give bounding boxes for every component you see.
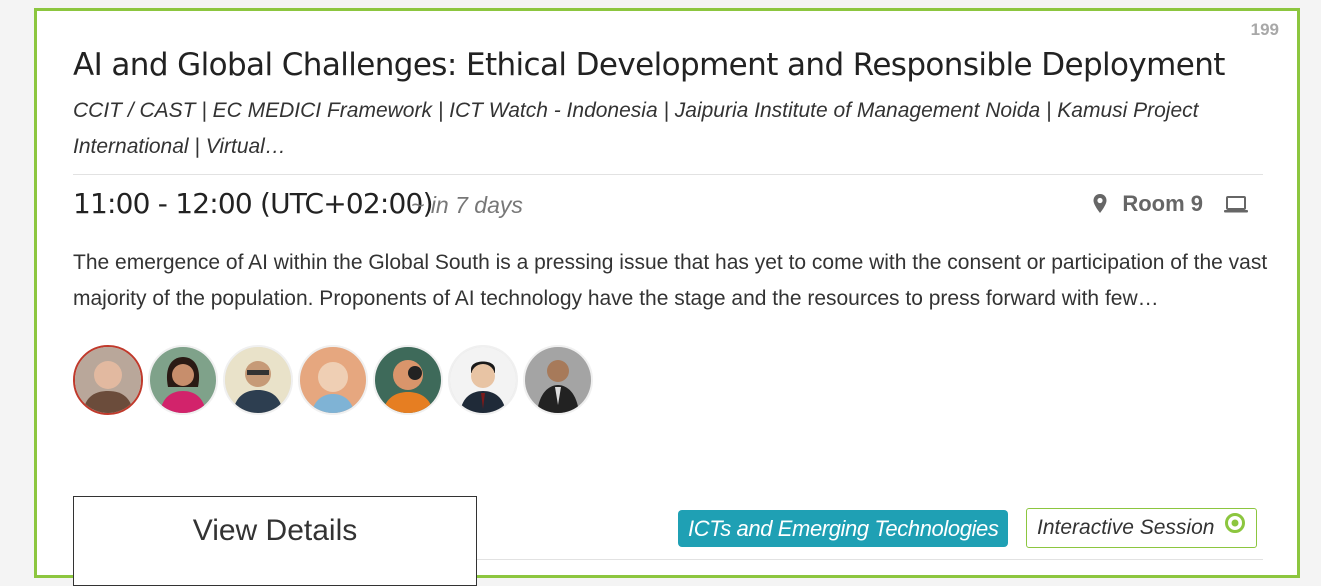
room-label: Room 9: [1122, 191, 1203, 216]
view-details-button[interactable]: View Details: [73, 496, 477, 586]
target-circle-icon: [1224, 509, 1246, 547]
session-organizers: CCIT / CAST | EC MEDICI Framework | ICT …: [73, 99, 1199, 158]
speaker-avatar[interactable]: [148, 345, 218, 415]
laptop-icon: [1223, 194, 1249, 214]
session-type-badge[interactable]: Interactive Session: [1026, 508, 1258, 548]
divider: [477, 559, 1263, 560]
session-type-label: Interactive Session: [1037, 516, 1215, 539]
speaker-avatar[interactable]: [73, 345, 143, 415]
session-relative-time: ~ in 7 days: [411, 192, 523, 218]
session-number: 199: [1250, 20, 1279, 39]
session-location: Room 9: [1092, 191, 1249, 217]
session-title[interactable]: AI and Global Challenges: Ethical Develo…: [73, 47, 1225, 83]
divider: [73, 174, 1263, 175]
speaker-avatar[interactable]: [298, 345, 368, 415]
map-pin-icon: [1092, 193, 1108, 215]
speaker-avatar[interactable]: [223, 345, 293, 415]
session-card[interactable]: 199 AI and Global Challenges: Ethical De…: [34, 8, 1300, 586]
topic-tag[interactable]: ICTs and Emerging Technologies: [678, 510, 1009, 547]
speakers-list: [73, 345, 593, 415]
session-time-row: 11:00 - 12:00 (UTC+02:00) ~ in 7 days Ro…: [73, 187, 1263, 227]
session-description: The emergence of AI within the Global So…: [73, 251, 1268, 310]
speaker-avatar[interactable]: [373, 345, 443, 415]
session-time: 11:00 - 12:00 (UTC+02:00): [73, 187, 434, 220]
speaker-avatar[interactable]: [523, 345, 593, 415]
speaker-avatar[interactable]: [448, 345, 518, 415]
